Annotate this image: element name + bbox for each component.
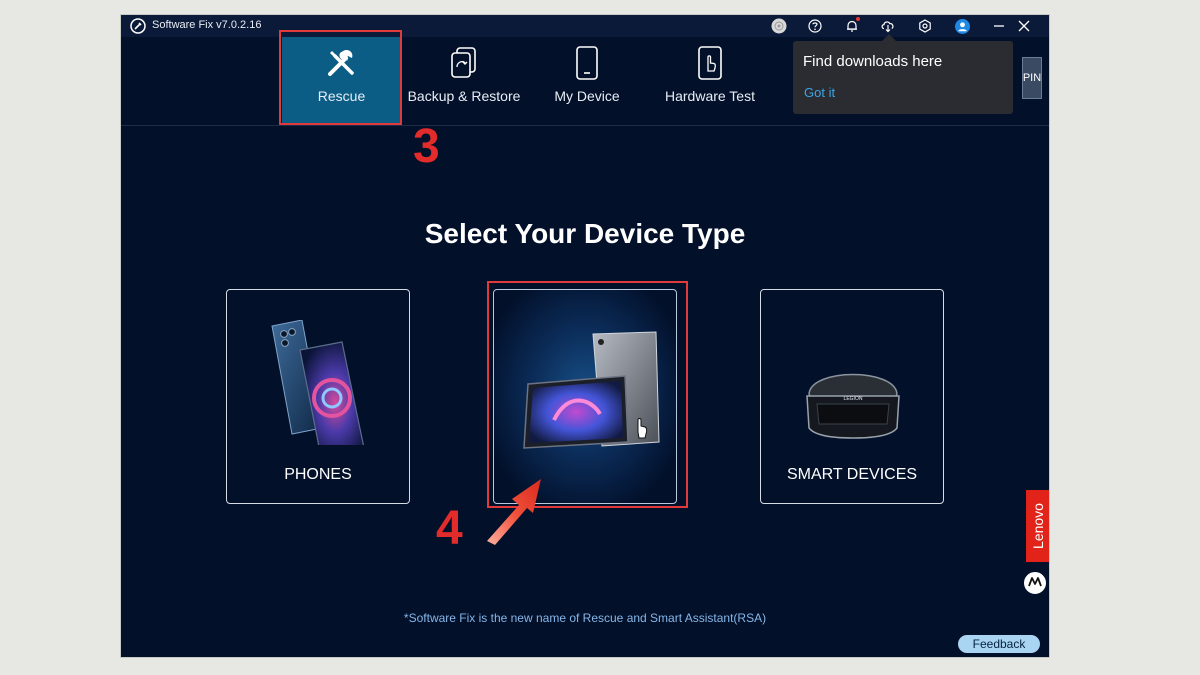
tooltip-title: Find downloads here [803,53,943,70]
tab-hardware-test-label: Hardware Test [664,88,755,104]
download-cloud-icon[interactable] [879,17,897,35]
user-icon[interactable] [953,17,971,35]
backup-icon [446,45,482,81]
tab-my-device-label: My Device [554,88,620,104]
legion-logo-text: LEGION [844,396,863,402]
pin-button[interactable]: PIN [1022,57,1042,99]
settings-icon[interactable] [916,17,934,35]
step-4-number: 4 [436,502,463,555]
feedback-button[interactable]: Feedback [958,635,1040,653]
tab-backup-restore-label: Backup & Restore [407,88,521,104]
bell-icon[interactable] [843,17,861,35]
close-icon[interactable] [1015,17,1033,35]
device-card-phones[interactable]: PHONES [226,289,410,504]
device-card-smart-devices-label: SMART DEVICES [786,466,918,483]
phones-image [271,320,364,445]
got-it-link[interactable]: Got it [804,85,835,100]
tab-my-device[interactable]: My Device [527,37,647,123]
lenovo-brand-tab[interactable]: Lenovo [1026,490,1049,562]
motorola-logo-icon[interactable] [1022,570,1048,596]
app-window: Software Fix v7.0.2.16 Rescue Backup & R… [121,15,1049,657]
minimize-icon[interactable] [990,17,1008,35]
step-4-arrow-icon [487,479,541,545]
vr-headset-image: LEGION [806,373,900,439]
disc-icon[interactable] [770,17,788,35]
device-card-phones-label: PHONES [284,466,352,483]
title-bar: Software Fix v7.0.2.16 [121,15,1049,37]
step-3-number: 3 [413,120,440,173]
app-logo-icon [130,18,146,34]
step-3-highlight-box [279,30,402,125]
tab-backup-restore[interactable]: Backup & Restore [404,37,524,123]
page-title: Select Your Device Type [424,218,746,249]
lenovo-brand-label: Lenovo [1029,503,1046,549]
rename-footnote: *Software Fix is the new name of Rescue … [403,611,767,625]
touch-phone-icon [692,45,728,81]
tab-hardware-test[interactable]: Hardware Test [650,37,770,123]
device-card-smart-devices[interactable]: LEGION SMART DEVICES [760,289,944,504]
app-title: Software Fix v7.0.2.16 [152,19,262,31]
help-icon[interactable] [806,17,824,35]
downloads-tooltip: Find downloads here Got it [793,34,1013,114]
phone-icon [569,45,605,81]
notification-dot [856,17,860,21]
